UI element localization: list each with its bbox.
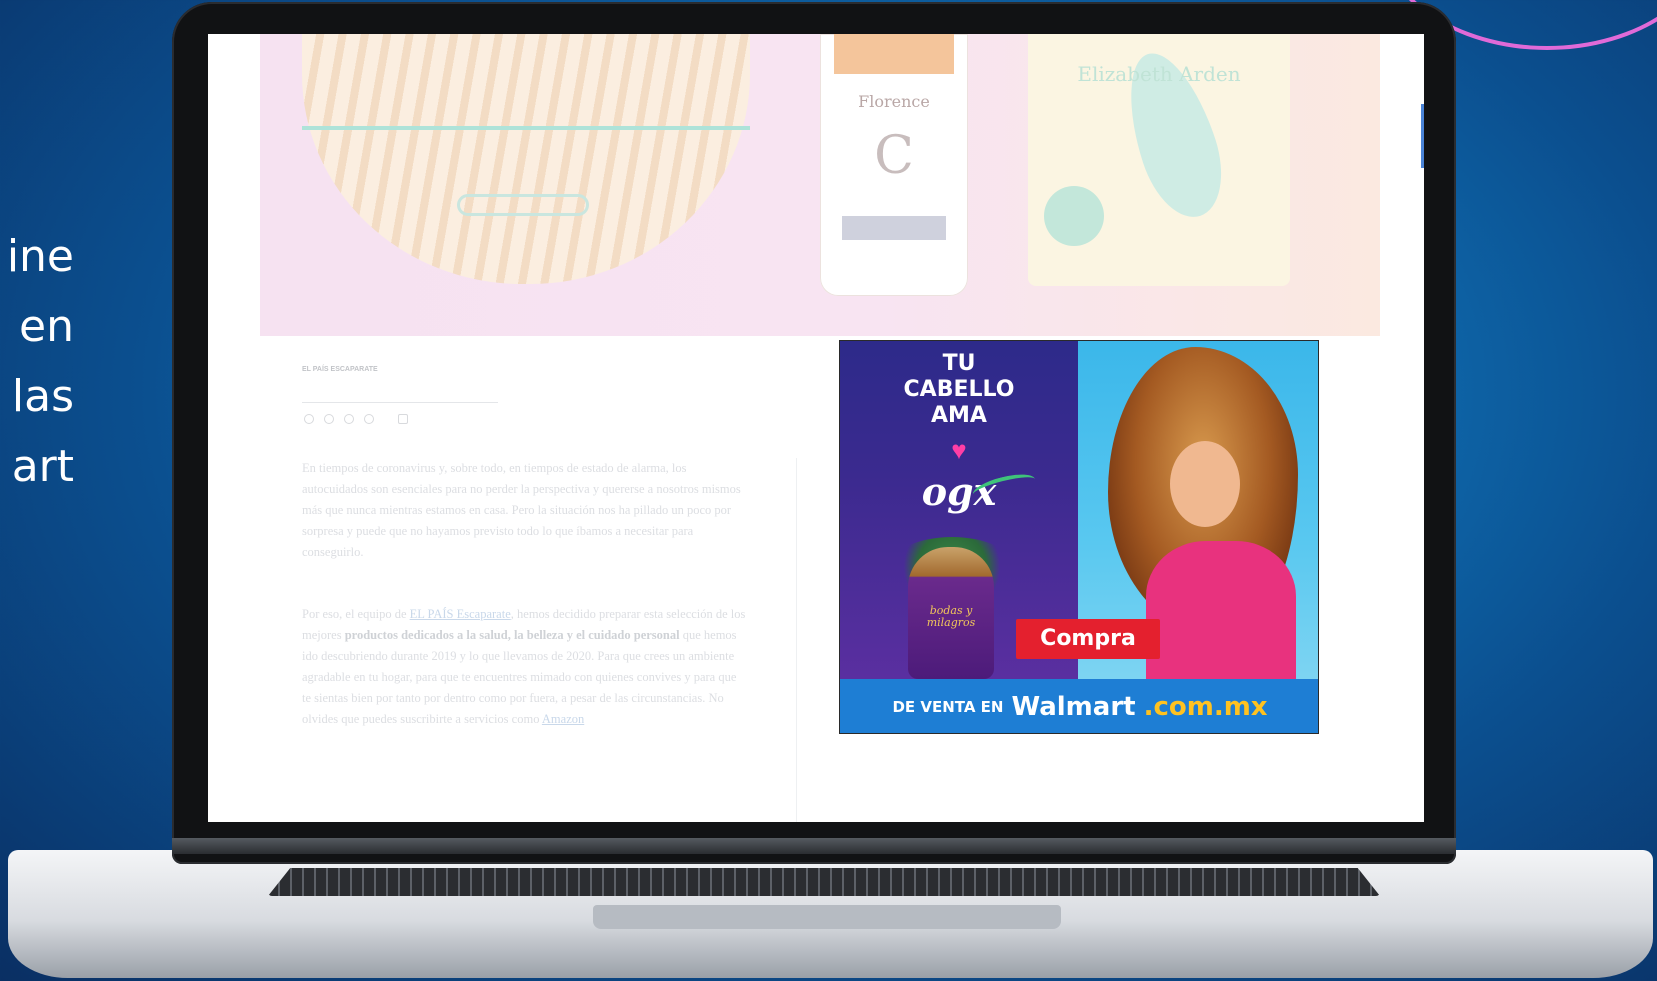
bottle-label: bodas y milagros — [926, 604, 976, 629]
cream-box-image: Elizabeth Arden — [1028, 34, 1290, 286]
laptop-hinge — [172, 838, 1456, 854]
buy-button[interactable]: Compra — [1016, 619, 1160, 659]
slide-side-text: ine en las art — [0, 222, 74, 502]
serum-bottle-image: Florence C — [820, 34, 968, 296]
link-icon[interactable] — [364, 414, 374, 424]
walmart-ogx-ad[interactable]: TU CABELLO AMA ♥ ogx bodas y milagros Co… — [839, 340, 1319, 734]
bottle-letter: C — [874, 126, 914, 186]
ad-model-dress — [1146, 541, 1296, 679]
bottle-brand: Florence — [858, 92, 930, 111]
laptop-screen: Florence C Elizabeth Arden EL PAÍS ESCAP… — [208, 34, 1424, 822]
diffuser-image — [302, 34, 750, 284]
comment-icon[interactable] — [398, 414, 408, 424]
article-paragraph: En tiempos de coronavirus y, sobre todo,… — [302, 461, 741, 559]
side-text-line: art — [11, 441, 74, 492]
laptop-trackpad — [593, 905, 1061, 929]
box-brand: Elizabeth Arden — [1077, 62, 1241, 86]
hero-product-image: Florence C Elizabeth Arden — [260, 34, 1380, 336]
column-divider — [796, 458, 797, 822]
ad-footer-prefix: DE VENTA EN — [892, 698, 1004, 716]
ad-model-face — [1170, 441, 1240, 527]
whatsapp-icon[interactable] — [304, 414, 314, 424]
article-paragraph: Por eso, el equipo de EL PAÍS Escaparate… — [302, 607, 746, 726]
facebook-icon[interactable] — [324, 414, 334, 424]
heart-icon: ♥ — [951, 435, 967, 465]
ad-footer[interactable]: DE VENTA EN Walmart .com.mx — [840, 679, 1318, 733]
side-text-line: las — [11, 371, 74, 422]
share-buttons — [304, 414, 408, 428]
walmart-domain: .com.mx — [1143, 692, 1268, 722]
side-text-line: ine — [6, 231, 74, 282]
side-text-line: en — [19, 301, 74, 352]
shampoo-bottle-image: bodas y milagros — [908, 547, 994, 679]
laptop-keyboard — [268, 868, 1380, 896]
twitter-icon[interactable] — [344, 414, 354, 424]
divider — [302, 402, 498, 403]
article-dateline — [302, 384, 502, 394]
ad-headline: TU CABELLO AMA — [903, 351, 1015, 428]
article-kicker[interactable]: EL PAÍS ESCAPARATE — [302, 366, 482, 376]
walmart-logo: Walmart — [1011, 692, 1136, 722]
amazon-link[interactable]: Amazon — [542, 712, 584, 726]
scrollbar[interactable] — [1421, 104, 1424, 168]
escaparate-link[interactable]: EL PAÍS Escaparate — [410, 607, 511, 621]
